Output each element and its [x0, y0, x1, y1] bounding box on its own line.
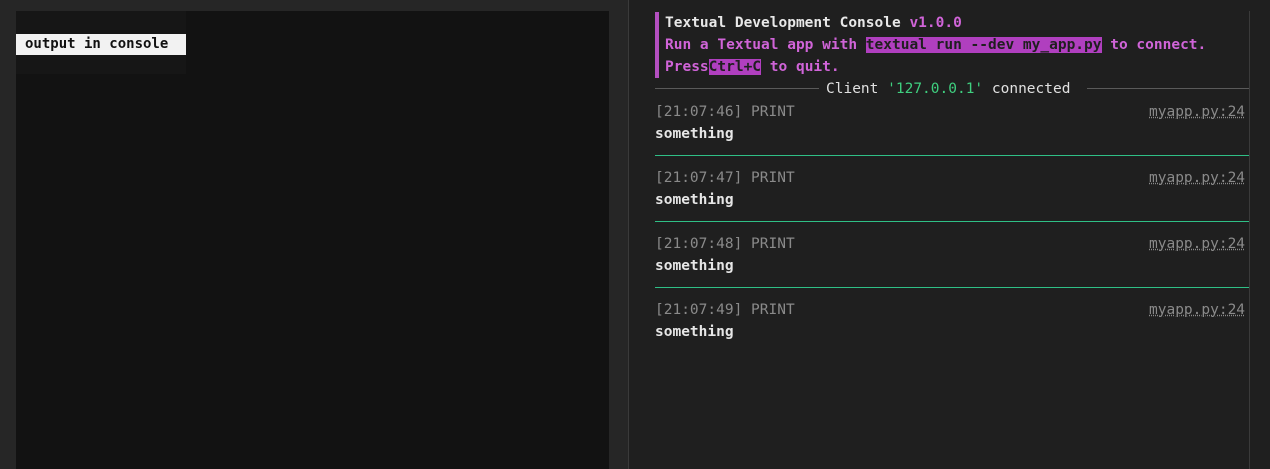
log-meta: [21:07:46] PRINT	[655, 101, 795, 123]
log-entry: [21:07:47] PRINT myapp.py:24 something	[655, 167, 1249, 233]
log-time: [21:07:46]	[655, 104, 743, 120]
log-meta: [21:07:47] PRINT	[655, 167, 795, 189]
client-status: connected	[991, 81, 1071, 97]
client-address: '127.0.0.1'	[887, 81, 984, 97]
log-level: PRINT	[751, 236, 795, 252]
banner-version: v1.0.0	[909, 15, 962, 31]
banner-title: Textual Development Console	[665, 15, 901, 31]
output-in-console-button[interactable]: output in console	[16, 34, 186, 55]
log-source-link[interactable]: myapp.py:24	[1149, 233, 1249, 255]
log-time: [21:07:48]	[655, 236, 743, 252]
banner-run-line: Run a Textual app with textual run --dev…	[665, 34, 1255, 56]
console-banner: Textual Development Console v1.0.0 Run a…	[655, 12, 1255, 78]
log-time: [21:07:47]	[655, 170, 743, 186]
dev-console-pane: Textual Development Console v1.0.0 Run a…	[629, 0, 1270, 469]
log-level: PRINT	[751, 302, 795, 318]
log-separator	[655, 155, 1249, 156]
rule-left-line	[655, 88, 819, 89]
log-message: something	[655, 258, 734, 274]
window: output in console Textual Development Co…	[0, 0, 1270, 469]
log-message: something	[655, 192, 734, 208]
log-message: something	[655, 324, 734, 340]
log-entry: [21:07:49] PRINT myapp.py:24 something	[655, 299, 1249, 365]
app-header: output in console	[16, 11, 186, 74]
banner-quit-prefix: Press	[665, 59, 709, 75]
client-label: Client	[826, 81, 879, 97]
log-time: [21:07:49]	[655, 302, 743, 318]
banner-quit-line: PressCtrl+C to quit.	[665, 56, 1255, 78]
log-meta: [21:07:49] PRINT	[655, 299, 795, 321]
log-meta: [21:07:48] PRINT	[655, 233, 795, 255]
log-separator	[655, 221, 1249, 222]
app-pane: output in console	[16, 11, 609, 469]
banner-title-line: Textual Development Console v1.0.0	[665, 12, 1255, 34]
banner-quit-suffix: to quit.	[769, 59, 840, 75]
log-source-link[interactable]: myapp.py:24	[1149, 101, 1249, 123]
log-level: PRINT	[751, 104, 795, 120]
rule-right-line	[1087, 88, 1249, 89]
log-message: something	[655, 126, 734, 142]
banner-run-prefix: Run a Textual app with	[665, 37, 858, 53]
log-entry: [21:07:46] PRINT myapp.py:24 something	[655, 101, 1249, 167]
log-source-link[interactable]: myapp.py:24	[1149, 299, 1249, 321]
log-level: PRINT	[751, 170, 795, 186]
client-status-text: Client '127.0.0.1' connected	[826, 79, 1070, 99]
client-connected-rule: Client '127.0.0.1' connected	[655, 79, 1249, 99]
log-separator	[655, 287, 1249, 288]
banner-run-command: textual run --dev my_app.py	[865, 37, 1102, 53]
log-source-link[interactable]: myapp.py:24	[1149, 167, 1249, 189]
console-scrollbar[interactable]	[1249, 11, 1268, 469]
log-entry: [21:07:48] PRINT myapp.py:24 something	[655, 233, 1249, 299]
banner-quit-key: Ctrl+C	[708, 59, 762, 75]
banner-run-suffix: to connect.	[1110, 37, 1207, 53]
